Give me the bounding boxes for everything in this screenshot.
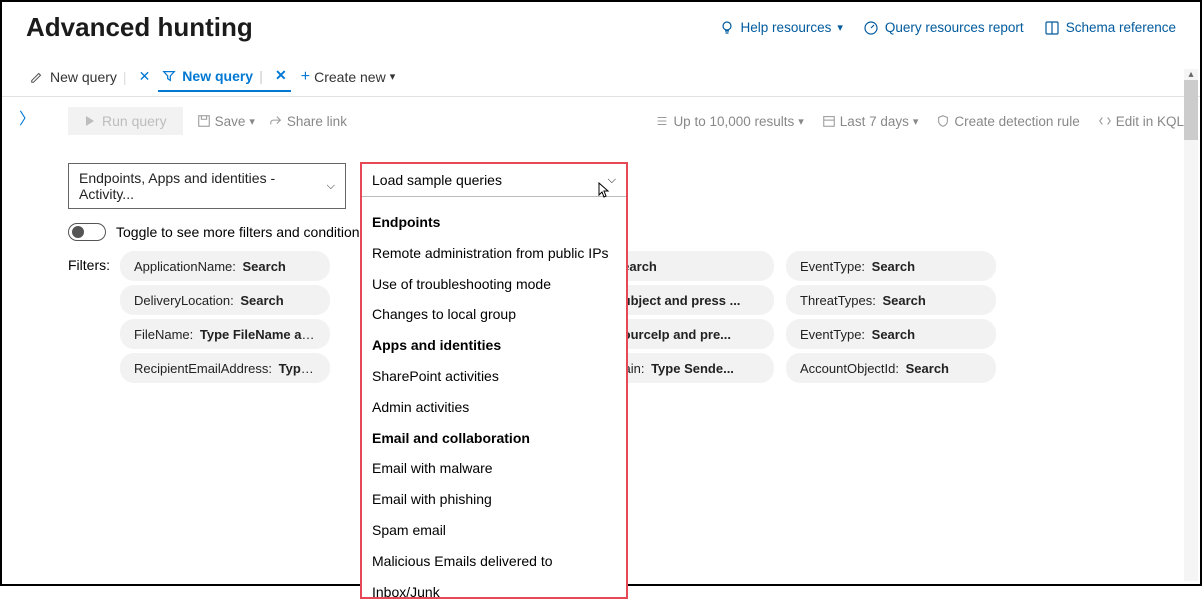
page-title: Advanced hunting (26, 12, 253, 43)
help-resources-link[interactable]: Help resources ▾ (719, 20, 843, 36)
run-query-button[interactable]: Run query (68, 107, 183, 135)
list-icon (655, 114, 669, 128)
tab-new-query-1[interactable]: New query | ✕ (26, 62, 154, 91)
scope-select[interactable]: Endpoints, Apps and identities - Activit… (68, 163, 346, 209)
pencil-icon (30, 70, 44, 84)
dropdown-item[interactable]: Malicious Emails delivered to Inbox/Junk (372, 546, 616, 597)
filter-pill[interactable]: ThreatTypes: Search (786, 285, 996, 315)
share-link-button[interactable]: Share link (269, 114, 347, 129)
chevron-down-icon: ▾ (390, 70, 396, 83)
close-tab-icon[interactable]: ✕ (139, 68, 151, 85)
chevron-down-icon: ▾ (249, 115, 255, 128)
scrollbar-thumb[interactable] (1184, 80, 1198, 140)
dropdown-category: Apps and identities (372, 330, 616, 361)
query-tabs: New query | ✕ New query | ✕ + Create new… (2, 57, 1200, 97)
dropdown-item[interactable]: Email with malware (372, 453, 616, 484)
dropdown-item[interactable]: Admin activities (372, 392, 616, 423)
dropdown-item[interactable]: Spam email (372, 515, 616, 546)
filter-pill[interactable]: EventType: Search (786, 251, 996, 281)
toggle-knob (72, 226, 84, 238)
dropdown-category: Endpoints (372, 207, 616, 238)
cursor-icon (595, 182, 611, 202)
filter-pill[interactable]: AccountObjectId: Search (786, 353, 996, 383)
dropdown-item[interactable]: Remote administration from public IPs (372, 238, 616, 269)
code-icon (1098, 114, 1112, 128)
dropdown-item[interactable]: SharePoint activities (372, 361, 616, 392)
share-icon (269, 114, 283, 128)
chevron-right-icon: 〉 (19, 111, 35, 128)
chevron-down-icon: ▾ (798, 115, 804, 128)
chevron-down-icon: ⌵ (327, 180, 335, 193)
chevron-down-icon: ▾ (837, 21, 843, 34)
create-detection-button[interactable]: Create detection rule (936, 114, 1079, 129)
filter-pill[interactable]: DeliveryLocation: Search (120, 285, 330, 315)
filter-pill[interactable]: ApplicationName: Search (120, 251, 330, 281)
calendar-icon (822, 114, 836, 128)
dropdown-item[interactable]: Email with phishing (372, 484, 616, 515)
create-new-tab[interactable]: + Create new ▾ (295, 68, 401, 86)
save-icon (197, 114, 211, 128)
lightbulb-icon (719, 20, 735, 36)
side-panel-toggle[interactable]: 〉 (2, 97, 52, 573)
vertical-scrollbar[interactable]: ▴ (1184, 69, 1198, 581)
play-icon (84, 115, 96, 127)
scroll-up-arrow[interactable]: ▴ (1184, 69, 1198, 80)
dropdown-category: Email and collaboration (372, 423, 616, 454)
chevron-down-icon: ⌵ (608, 174, 616, 187)
filter-icon (162, 69, 176, 83)
shield-icon (936, 114, 950, 128)
header-links: Help resources ▾ Query resources report … (719, 20, 1176, 36)
sample-queries-dropdown: Load sample queries ⌵ EndpointsRemote ad… (360, 162, 628, 599)
time-range-dropdown[interactable]: Last 7 days ▾ (822, 114, 919, 129)
schema-reference-link[interactable]: Schema reference (1044, 20, 1176, 36)
tab-new-query-2[interactable]: New query | ✕ (158, 61, 290, 92)
query-toolbar: Run query Save ▾ Share link Up to 10,000… (68, 107, 1184, 135)
chevron-down-icon: ▾ (913, 115, 919, 128)
filter-pill[interactable]: RecipientEmailAddress: Type Rec... (120, 353, 330, 383)
dropdown-item[interactable]: Use of troubleshooting mode (372, 269, 616, 300)
edit-kql-button[interactable]: Edit in KQL (1098, 114, 1184, 129)
filter-pill[interactable]: FileName: Type FileName and pr... (120, 319, 330, 349)
meter-icon (863, 20, 879, 36)
filters-label: Filters: (68, 251, 110, 273)
sample-queries-trigger[interactable]: Load sample queries ⌵ (362, 164, 626, 197)
filters-toggle[interactable] (68, 223, 106, 241)
dropdown-item[interactable]: Changes to local group (372, 299, 616, 330)
toggle-label: Toggle to see more filters and condition… (116, 224, 367, 240)
query-resources-link[interactable]: Query resources report (863, 20, 1024, 36)
filter-pill[interactable]: EventType: Search (786, 319, 996, 349)
close-tab-icon[interactable]: ✕ (275, 67, 287, 84)
results-limit-dropdown[interactable]: Up to 10,000 results ▾ (655, 114, 803, 129)
page-header: Advanced hunting Help resources ▾ Query … (2, 2, 1200, 57)
plus-icon: + (301, 68, 310, 86)
book-icon (1044, 20, 1060, 36)
save-button[interactable]: Save ▾ (197, 114, 255, 129)
